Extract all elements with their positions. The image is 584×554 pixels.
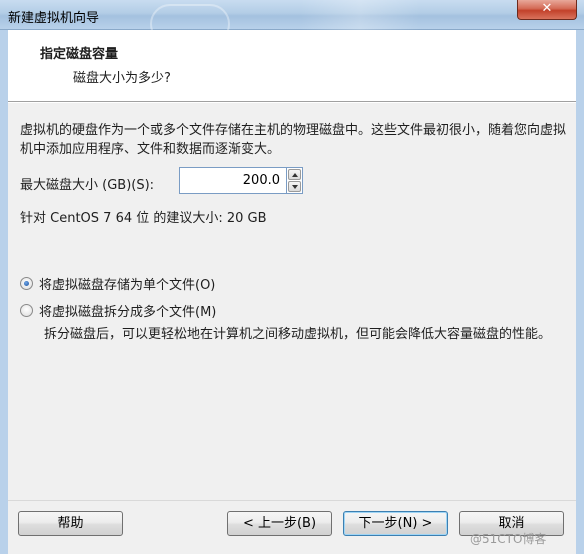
spin-up-arrow-icon[interactable] [288, 169, 301, 180]
max-disk-size-input[interactable] [179, 167, 286, 194]
split-files-description: 拆分磁盘后，可以更轻松地在计算机之间移动虚拟机，但可能会降低大容量磁盘的性能。 [44, 327, 552, 342]
split-files-radio[interactable] [20, 303, 33, 317]
split-files-label[interactable]: 将虚拟磁盘拆分成多个文件(M) [39, 301, 216, 320]
page-subtitle: 磁盘大小为多少? [73, 71, 171, 86]
wizard-content: 虚拟机的硬盘作为一个或多个文件存储在主机的物理磁盘中。这些文件最初很小，随着您向… [8, 103, 576, 500]
window-title: 新建虚拟机向导 [8, 11, 100, 26]
back-button[interactable]: < 上一步(B) [227, 511, 332, 536]
close-button[interactable]: ✕ [517, 0, 577, 20]
split-files-option[interactable]: 将虚拟磁盘拆分成多个文件(M) [20, 301, 216, 320]
single-file-option[interactable]: 将虚拟磁盘存储为单个文件(O) [20, 274, 215, 293]
next-button[interactable]: 下一步(N) > [343, 511, 448, 536]
help-button[interactable]: 帮助 [18, 511, 123, 536]
window-frame-right [576, 30, 584, 554]
single-file-radio[interactable] [20, 276, 33, 290]
single-file-label[interactable]: 将虚拟磁盘存储为单个文件(O) [39, 274, 215, 293]
title-bar: 新建虚拟机向导 ✕ [0, 0, 584, 44]
recommended-size-text: 针对 CentOS 7 64 位 的建议大小: 20 GB [20, 211, 267, 226]
title-bar-glass-highlight [300, 0, 420, 30]
disk-description: 虚拟机的硬盘作为一个或多个文件存储在主机的物理磁盘中。这些文件最初很小，随着您向… [20, 123, 567, 157]
disk-size-spinner [286, 167, 303, 194]
spin-down-arrow-icon[interactable] [288, 181, 301, 192]
page-title: 指定磁盘容量 [40, 47, 119, 62]
window-frame-left [0, 30, 8, 554]
watermark: @51CTO博客 [470, 532, 547, 546]
wizard-header: 指定磁盘容量 磁盘大小为多少? [8, 30, 576, 102]
max-disk-size-label: 最大磁盘大小 (GB)(S): [20, 178, 155, 193]
